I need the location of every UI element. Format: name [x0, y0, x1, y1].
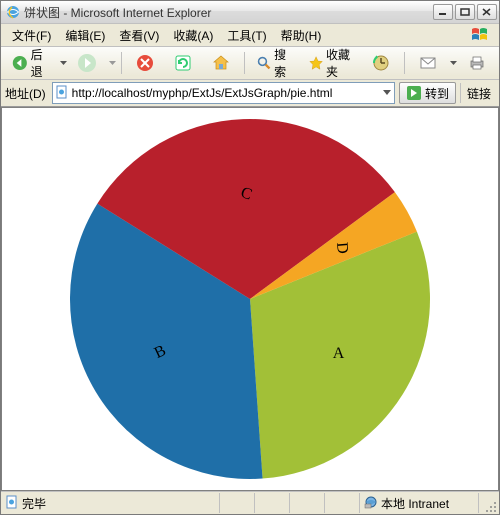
back-dropdown[interactable] — [60, 52, 67, 74]
address-label: 地址(D) — [3, 85, 48, 102]
close-button[interactable] — [477, 4, 497, 20]
content-area: ABCD — [1, 107, 499, 491]
status-cell-5 — [325, 493, 360, 513]
forward-dropdown[interactable] — [109, 52, 116, 74]
back-label: 后退 — [31, 46, 50, 80]
windows-flag-icon — [467, 24, 495, 46]
links-label[interactable]: 链接 — [460, 83, 497, 103]
window-title: 饼状图 - Microsoft Internet Explorer — [24, 4, 211, 21]
history-button[interactable] — [363, 49, 399, 77]
menu-view[interactable]: 查看(V) — [112, 25, 166, 46]
status-cell-3 — [255, 493, 290, 513]
page-icon — [55, 85, 69, 102]
menu-tools[interactable]: 工具(T) — [220, 25, 273, 46]
mail-dropdown[interactable] — [450, 52, 457, 74]
pie-chart: ABCD — [2, 108, 498, 490]
status-text-cell: 完毕 — [1, 493, 220, 513]
pie-label-D: D — [333, 241, 351, 254]
print-button[interactable] — [459, 49, 495, 77]
title-bar: 饼状图 - Microsoft Internet Explorer — [1, 1, 499, 24]
intranet-icon — [364, 495, 378, 512]
minimize-button[interactable] — [433, 4, 453, 20]
menu-file[interactable]: 文件(F) — [5, 25, 58, 46]
address-dropdown-icon[interactable] — [382, 86, 392, 100]
home-button[interactable] — [203, 49, 239, 77]
mail-button[interactable] — [410, 49, 446, 77]
back-button[interactable]: 后退 — [5, 49, 56, 77]
menu-bar: 文件(F) 编辑(E) 查看(V) 收藏(A) 工具(T) 帮助(H) — [1, 24, 499, 47]
favorites-button[interactable]: 收藏夹 — [302, 49, 361, 77]
menu-help[interactable]: 帮助(H) — [274, 25, 329, 46]
status-cell-4 — [290, 493, 325, 513]
address-bar: 地址(D) 转到 链接 — [1, 80, 499, 107]
status-cell-2 — [220, 493, 255, 513]
stop-button[interactable] — [127, 49, 163, 77]
maximize-button[interactable] — [455, 4, 475, 20]
address-input-wrap[interactable] — [52, 82, 395, 104]
ie-icon — [5, 4, 21, 20]
status-text: 完毕 — [22, 495, 46, 512]
pie-label-A: A — [333, 345, 345, 362]
menu-favorites[interactable]: 收藏(A) — [166, 25, 220, 46]
search-label: 搜索 — [274, 46, 293, 80]
go-label: 转到 — [425, 85, 449, 102]
search-button[interactable]: 搜索 — [250, 49, 300, 77]
menu-edit[interactable]: 编辑(E) — [58, 25, 112, 46]
go-button[interactable]: 转到 — [399, 82, 456, 104]
security-zone: 本地 Intranet — [360, 493, 479, 513]
toolbar: 后退 — [1, 47, 499, 80]
resize-grip[interactable] — [479, 491, 499, 515]
forward-button[interactable] — [69, 49, 105, 77]
favorites-label: 收藏夹 — [326, 46, 354, 80]
browser-window: 饼状图 - Microsoft Internet Explorer 文件(F) … — [0, 0, 500, 515]
done-icon — [5, 495, 19, 512]
address-input[interactable] — [72, 85, 379, 101]
zone-label: 本地 Intranet — [381, 495, 449, 512]
refresh-button[interactable] — [165, 49, 201, 77]
status-bar: 完毕 本地 Intranet — [1, 491, 499, 514]
